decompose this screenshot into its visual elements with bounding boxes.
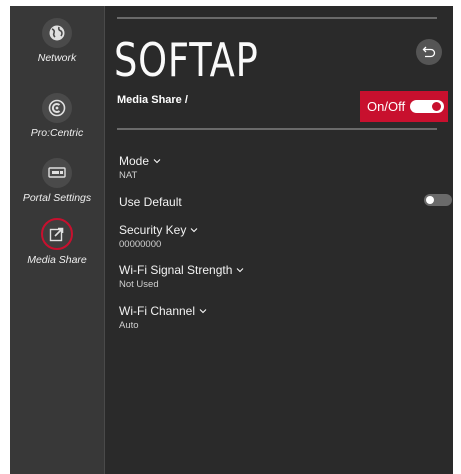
switch-knob [432, 102, 442, 111]
setting-security-key[interactable]: Security Key 00000000 [119, 223, 198, 250]
media-share-icon [41, 218, 73, 250]
setting-name-row: Wi-Fi Signal Strength [119, 263, 244, 277]
page-title: SOFTAP [114, 33, 259, 87]
portal-icon [42, 158, 72, 188]
main-panel: SOFTAP Media Share / On/Off Mode NAT Use… [105, 6, 453, 474]
chevron-down-icon [191, 228, 198, 233]
use-default-toggle[interactable] [424, 194, 452, 206]
chevron-down-icon [153, 159, 161, 164]
breadcrumb: Media Share / [117, 94, 188, 106]
back-arrow-icon [422, 46, 436, 58]
setting-wifi-signal-strength[interactable]: Wi-Fi Signal Strength Not Used [119, 263, 244, 290]
setting-name: Wi-Fi Signal Strength [119, 263, 233, 277]
chevron-down-icon [199, 309, 207, 314]
setting-wifi-channel[interactable]: Wi-Fi Channel Auto [119, 304, 207, 331]
globe-icon [42, 18, 72, 48]
sidebar-item-network[interactable]: Network [10, 18, 104, 64]
sidebar-item-label: Network [37, 52, 77, 64]
setting-name: Security Key [119, 223, 187, 237]
setting-value: Auto [119, 320, 139, 331]
sidebar-item-media-share[interactable]: Media Share [10, 218, 104, 266]
setting-name: Mode [119, 154, 150, 168]
setting-name: Use Default [119, 195, 182, 209]
top-divider [117, 17, 437, 19]
setting-name-row: Use Default [119, 195, 182, 209]
settings-screen: Network Pro:Centric Portal Settings Medi… [10, 6, 453, 474]
setting-name: Wi-Fi Channel [119, 304, 196, 318]
procentric-icon [42, 93, 72, 123]
onoff-label: On/Off [367, 99, 406, 114]
sidebar-item-label: Pro:Centric [30, 127, 84, 139]
setting-name-row: Security Key [119, 223, 198, 237]
sidebar-item-label: Portal Settings [22, 192, 92, 204]
sidebar-item-portal-settings[interactable]: Portal Settings [10, 158, 104, 204]
setting-value: 00000000 [119, 239, 162, 250]
setting-use-default[interactable]: Use Default [119, 195, 182, 209]
switch-knob [426, 196, 434, 204]
sidebar-item-procentric[interactable]: Pro:Centric [10, 93, 104, 139]
setting-name-row: Wi-Fi Channel [119, 304, 207, 318]
onoff-toggle-button[interactable]: On/Off [360, 91, 448, 122]
setting-name-row: Mode [119, 154, 161, 168]
onoff-switch [410, 100, 445, 113]
setting-value: NAT [119, 170, 138, 181]
sidebar-item-label: Media Share [27, 254, 87, 266]
setting-mode[interactable]: Mode NAT [119, 154, 161, 181]
back-button[interactable] [416, 39, 442, 65]
sidebar: Network Pro:Centric Portal Settings Medi… [10, 6, 104, 474]
setting-value: Not Used [119, 279, 159, 290]
header-divider [117, 128, 437, 130]
chevron-down-icon [237, 268, 244, 273]
